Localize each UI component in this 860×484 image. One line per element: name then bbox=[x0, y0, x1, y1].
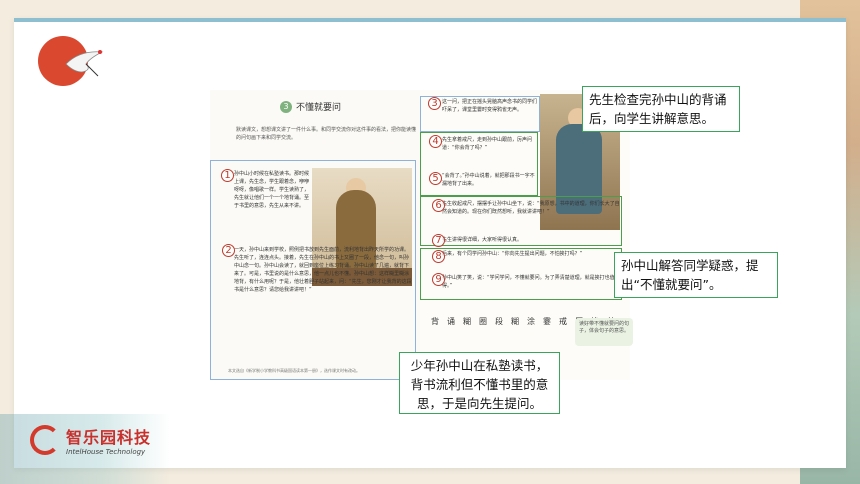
vocab-char: 诵 bbox=[447, 317, 455, 326]
paragraph-marker-6: 6 bbox=[432, 199, 445, 212]
vocab-char: 涂 bbox=[527, 317, 535, 326]
highlight-box-section-1 bbox=[210, 160, 416, 380]
lesson-intro: 默读课文，想想课文讲了一件什么事。和同学交流你对这件事的看法，把你能读懂的问句画… bbox=[236, 127, 417, 141]
highlight-box-section-6-7 bbox=[420, 196, 622, 246]
highlight-box-section-8-9 bbox=[420, 248, 622, 300]
vocab-char: 背 bbox=[431, 317, 439, 326]
brand-mark-icon bbox=[30, 425, 60, 455]
vocab-char: 圈 bbox=[479, 317, 487, 326]
callout-sun-asks: 少年孙中山在私塾读书，背书流利但不懂书里的意思，于是向先生提问。 bbox=[399, 352, 560, 414]
paragraph-marker-2: 2 bbox=[222, 244, 235, 257]
lesson-title-text: 不懂就要问 bbox=[296, 103, 342, 113]
vocab-char: 段 bbox=[495, 317, 503, 326]
vocab-char: 霎 bbox=[543, 317, 551, 326]
lesson-number: 3 bbox=[280, 100, 292, 113]
paragraph-marker-1: 1 bbox=[221, 169, 234, 182]
paragraph-marker-9: 9 bbox=[432, 273, 445, 286]
brand-logo: 智乐园科技 IntelHouse Technology bbox=[30, 424, 151, 456]
callout-sun-answers: 孙中山解答同学疑惑，提出“不懂就要问”。 bbox=[614, 252, 778, 298]
brand-name: 智乐园科技 bbox=[66, 428, 152, 447]
vocab-tip-box: 读好带不懂就要问的句子，体会句子的意思。 bbox=[575, 318, 633, 346]
paragraph-marker-5: 5 bbox=[429, 172, 442, 185]
brand-text: 智乐园科技 IntelHouse Technology bbox=[66, 424, 151, 456]
vocab-char: 戒 bbox=[559, 317, 567, 326]
callout-teacher-explains: 先生检查完孙中山的背诵后，向学生讲解意思。 bbox=[582, 86, 740, 132]
vocab-char: 糊 bbox=[511, 317, 519, 326]
paragraph-marker-8: 8 bbox=[432, 250, 445, 263]
brand-subtitle: IntelHouse Technology bbox=[66, 448, 146, 456]
lesson-title: 3 不懂就要问 bbox=[280, 100, 341, 113]
paragraph-marker-7: 7 bbox=[432, 234, 445, 247]
crane-icon bbox=[65, 50, 104, 77]
paragraph-marker-3: 3 bbox=[428, 97, 441, 110]
vocab-char: 糊 bbox=[463, 317, 471, 326]
paragraph-marker-4: 4 bbox=[429, 135, 442, 148]
